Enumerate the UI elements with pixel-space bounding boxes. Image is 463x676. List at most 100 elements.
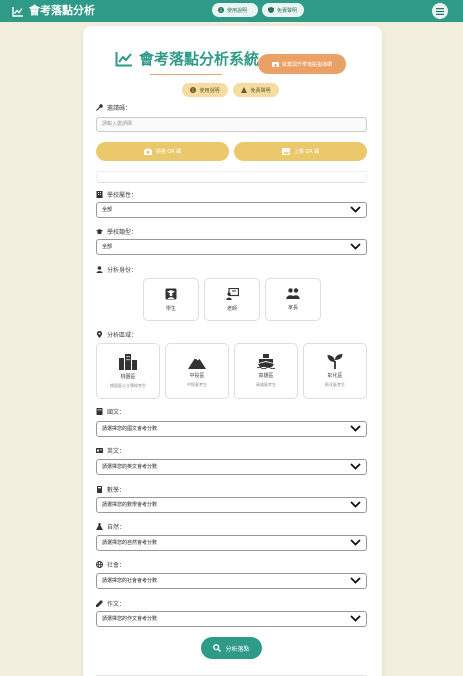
social-score-select[interactable]: 請選擇您的社會會考分數 bbox=[96, 573, 367, 589]
essay-score-label-text: 作文： bbox=[107, 601, 126, 608]
shield-icon bbox=[268, 7, 274, 13]
search-icon bbox=[213, 644, 222, 652]
image-icon bbox=[281, 148, 290, 155]
region-option-taoyuan[interactable]: 桃園區 桃園區公立學校考生 bbox=[96, 343, 160, 399]
math-score-label: 數學： bbox=[96, 485, 125, 494]
school-type-label-text: 學校類型： bbox=[107, 229, 138, 236]
ship-icon bbox=[257, 354, 275, 369]
region-option-kaohsiung[interactable]: 高雄區 高雄區考生 bbox=[234, 343, 298, 399]
region-option-name: 中投區 bbox=[189, 372, 205, 379]
identity-option-student[interactable]: 學生 bbox=[143, 278, 199, 321]
math-score-select[interactable]: 請選擇您的數學會考分數 bbox=[96, 497, 367, 513]
chevron-down-icon bbox=[350, 463, 361, 470]
menu-button[interactable] bbox=[432, 3, 448, 19]
chart-line-icon bbox=[12, 6, 23, 17]
invite-code-placeholder: 請輸入邀請碼 bbox=[102, 121, 133, 127]
school-ownership-value: 全部 bbox=[102, 207, 113, 213]
graduation-cap-icon bbox=[96, 229, 103, 235]
seedling-icon bbox=[327, 354, 343, 369]
scan-qr-label: 掃描 QR 碼 bbox=[155, 149, 182, 155]
region-option-name: 桃園區 bbox=[120, 373, 136, 380]
chinese-score-placeholder: 請選擇您的國文會考分數 bbox=[102, 426, 158, 432]
science-score-select[interactable]: 請選擇您的自然會考分數 bbox=[96, 535, 367, 551]
region-option-desc: 彰化區考生 bbox=[325, 382, 345, 387]
key-icon bbox=[96, 104, 103, 111]
school-ownership-label-text: 學校屬性： bbox=[107, 192, 138, 199]
language-icon bbox=[96, 448, 103, 453]
chevron-down-icon bbox=[350, 206, 361, 213]
nav-guide-button[interactable]: 使用說明 bbox=[212, 3, 258, 17]
guide-label: 使用說明 bbox=[199, 87, 220, 94]
identity-option-student-label: 學生 bbox=[165, 305, 176, 312]
chevron-down-icon bbox=[350, 501, 361, 508]
english-score-placeholder: 請選擇您的英文會考分數 bbox=[102, 464, 158, 470]
math-score-label-text: 數學： bbox=[107, 487, 126, 494]
recommend-site-label: 就業與升學落點指導網 bbox=[281, 61, 332, 68]
chinese-score-label: 國文： bbox=[96, 407, 125, 416]
invite-code-input[interactable]: 請輸入邀請碼 bbox=[96, 117, 367, 132]
identity-option-teacher[interactable]: 老師 bbox=[204, 278, 260, 321]
chinese-score-select[interactable]: 請選擇您的國文會考分數 bbox=[96, 421, 367, 437]
essay-score-select[interactable]: 請選擇您的作文會考分數 bbox=[96, 611, 367, 627]
upload-qr-label: 上傳 QR 碼 bbox=[293, 149, 320, 155]
english-score-label: 英文： bbox=[96, 446, 125, 455]
chevron-down-icon bbox=[350, 539, 361, 546]
school-ownership-label: 學校屬性： bbox=[96, 190, 137, 199]
disclaimer-button[interactable]: 免責聲明 bbox=[233, 83, 279, 97]
region-option-desc: 中投區考生 bbox=[187, 381, 207, 387]
guide-button[interactable]: 使用說明 bbox=[182, 83, 228, 97]
pen-icon bbox=[96, 600, 103, 607]
school-type-value: 全部 bbox=[102, 244, 113, 250]
nav-disclaimer-button[interactable]: 免責聲明 bbox=[262, 3, 304, 17]
info-icon bbox=[190, 87, 197, 93]
brand-title: 會考落點分析 bbox=[29, 4, 95, 17]
scan-qr-button[interactable]: 掃描 QR 碼 bbox=[96, 142, 229, 161]
camera-icon bbox=[143, 148, 152, 155]
identity-option-parent-label: 家長 bbox=[287, 305, 298, 311]
english-score-label-text: 英文： bbox=[107, 448, 126, 455]
analyze-button-label: 分析落點 bbox=[225, 645, 250, 653]
brand-link[interactable]: 會考落點分析 bbox=[12, 3, 95, 19]
english-score-select[interactable]: 請選擇您的英文會考分數 bbox=[96, 459, 367, 475]
nav-guide-label: 使用說明 bbox=[227, 7, 248, 14]
book-icon bbox=[96, 408, 103, 415]
identity-option-parent[interactable]: 家長 bbox=[265, 278, 321, 321]
page-title: 會考落點分析系統 bbox=[115, 48, 259, 69]
school-icon bbox=[271, 62, 279, 67]
page-title-text: 會考落點分析系統 bbox=[139, 50, 260, 68]
info-icon bbox=[218, 7, 224, 13]
social-score-placeholder: 請選擇您的社會會考分數 bbox=[102, 578, 158, 584]
top-nav-bar: 會考落點分析 使用說明 免責聲明 bbox=[0, 0, 463, 22]
chart-line-icon bbox=[115, 51, 132, 66]
region-option-changhua[interactable]: 彰化區 彰化區考生 bbox=[303, 343, 367, 399]
chinese-score-label-text: 國文： bbox=[107, 409, 126, 416]
region-label: 分析區域： bbox=[96, 330, 137, 339]
region-label-text: 分析區域： bbox=[107, 332, 138, 339]
school-ownership-select[interactable]: 全部 bbox=[96, 202, 367, 218]
science-score-label: 自然： bbox=[96, 522, 125, 531]
title-underline bbox=[150, 74, 222, 75]
chevron-down-icon bbox=[350, 243, 361, 250]
social-score-label-text: 社會： bbox=[107, 562, 126, 569]
math-score-placeholder: 請選擇您的數學會考分數 bbox=[102, 502, 158, 508]
region-option-name: 彰化區 bbox=[327, 373, 343, 379]
hamburger-icon bbox=[436, 7, 444, 15]
users-icon bbox=[286, 288, 300, 299]
building-icon bbox=[96, 191, 103, 198]
essay-score-placeholder: 請選擇您的作文會考分數 bbox=[102, 616, 158, 622]
chevron-down-icon bbox=[350, 615, 361, 622]
disclaimer-label: 免責聲明 bbox=[250, 87, 271, 94]
user-icon bbox=[96, 266, 103, 273]
chevron-down-icon bbox=[350, 577, 361, 584]
analyze-button[interactable]: 分析落點 bbox=[201, 637, 262, 659]
recommend-site-button[interactable]: 就業與升學落點指導網 bbox=[258, 54, 346, 74]
warning-icon bbox=[241, 87, 248, 93]
calculator-icon bbox=[97, 486, 102, 493]
school-type-select[interactable]: 全部 bbox=[96, 239, 367, 255]
science-score-placeholder: 請選擇您的自然會考分數 bbox=[102, 540, 158, 546]
region-option-desc: 桃園區公立學校考生 bbox=[110, 382, 146, 388]
region-option-name: 高雄區 bbox=[258, 373, 274, 379]
upload-qr-button[interactable]: 上傳 QR 碼 bbox=[234, 142, 367, 161]
region-option-zhongtou[interactable]: 中投區 中投區考生 bbox=[165, 343, 229, 399]
invite-status-box bbox=[96, 171, 367, 183]
